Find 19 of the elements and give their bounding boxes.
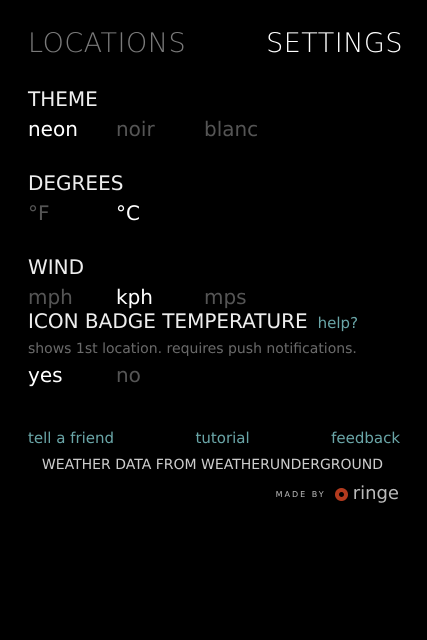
section-title: WIND [28, 255, 84, 279]
footer-link[interactable]: tell a friend [28, 429, 114, 447]
option-button[interactable]: yes [28, 363, 116, 387]
section-title: DEGREES [28, 171, 124, 195]
help-link[interactable]: help? [318, 314, 358, 332]
option-button[interactable]: kph [116, 285, 204, 309]
option-button[interactable]: °C [116, 201, 204, 225]
option-button[interactable]: neon [28, 117, 116, 141]
made-by-label: MADE BY [276, 490, 326, 498]
credit-text: WEATHER DATA FROM WEATHERUNDERGROUND [40, 457, 384, 473]
brand-name: ringe [352, 485, 399, 503]
section-title: THEME [28, 87, 98, 111]
tab[interactable]: SETTINGS [266, 28, 403, 59]
section-description: shows 1st location. requires push notifications. [28, 341, 358, 357]
tab[interactable]: LOCATIONS [28, 28, 186, 59]
footer-link[interactable]: tutorial [196, 429, 250, 447]
section-title: ICON BADGE TEMPERATURE [28, 309, 308, 333]
footer-link[interactable]: feedback [331, 429, 400, 447]
ring-logo-icon [334, 488, 348, 500]
